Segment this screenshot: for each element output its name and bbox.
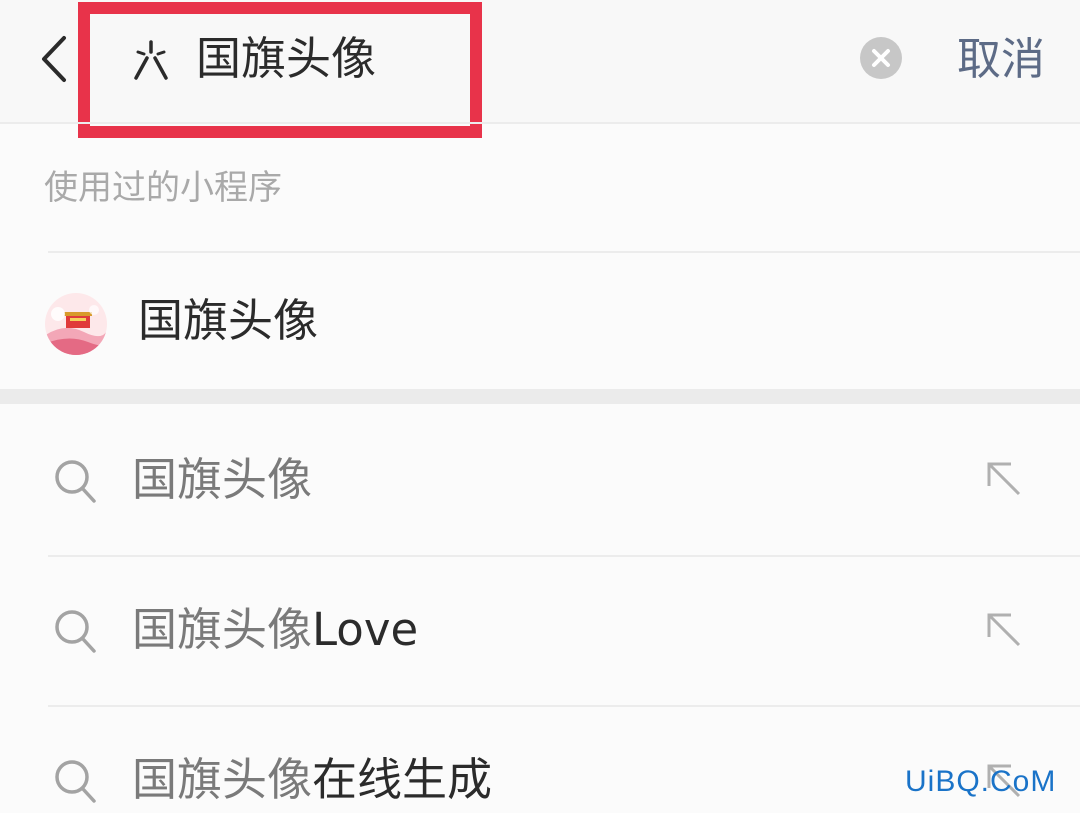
search-icon xyxy=(55,760,96,803)
section-title: 使用过的小程序 xyxy=(44,168,282,208)
section-divider xyxy=(0,389,1080,404)
suggestion-text: 国旗头像在线生成 xyxy=(132,747,492,813)
fill-query-arrow-icon[interactable] xyxy=(985,611,1023,649)
highlight-box xyxy=(78,2,482,138)
suggestion-query: 国旗头像 xyxy=(132,753,313,806)
watermark: UiBQ.CoM xyxy=(905,765,1057,798)
back-arrow-icon[interactable] xyxy=(36,34,76,84)
clear-icon[interactable] xyxy=(860,37,902,79)
suggestion-query: 国旗头像 xyxy=(132,603,313,656)
suggestion-query: 国旗头像 xyxy=(132,453,313,506)
cancel-button[interactable]: 取消 xyxy=(957,28,1045,92)
suggestion-suffix: 在线生成 xyxy=(312,753,493,806)
search-icon xyxy=(55,610,96,653)
suggestion-suffix: Love xyxy=(312,603,419,656)
flag-avatar-app-icon xyxy=(45,293,107,355)
search-icon xyxy=(55,460,96,503)
suggestion-text: 国旗头像 xyxy=(132,447,312,513)
divider xyxy=(0,122,1080,124)
used-app-name: 国旗头像 xyxy=(138,294,319,347)
suggestion-text: 国旗头像Love xyxy=(132,597,418,663)
fill-query-arrow-icon[interactable] xyxy=(985,460,1023,498)
